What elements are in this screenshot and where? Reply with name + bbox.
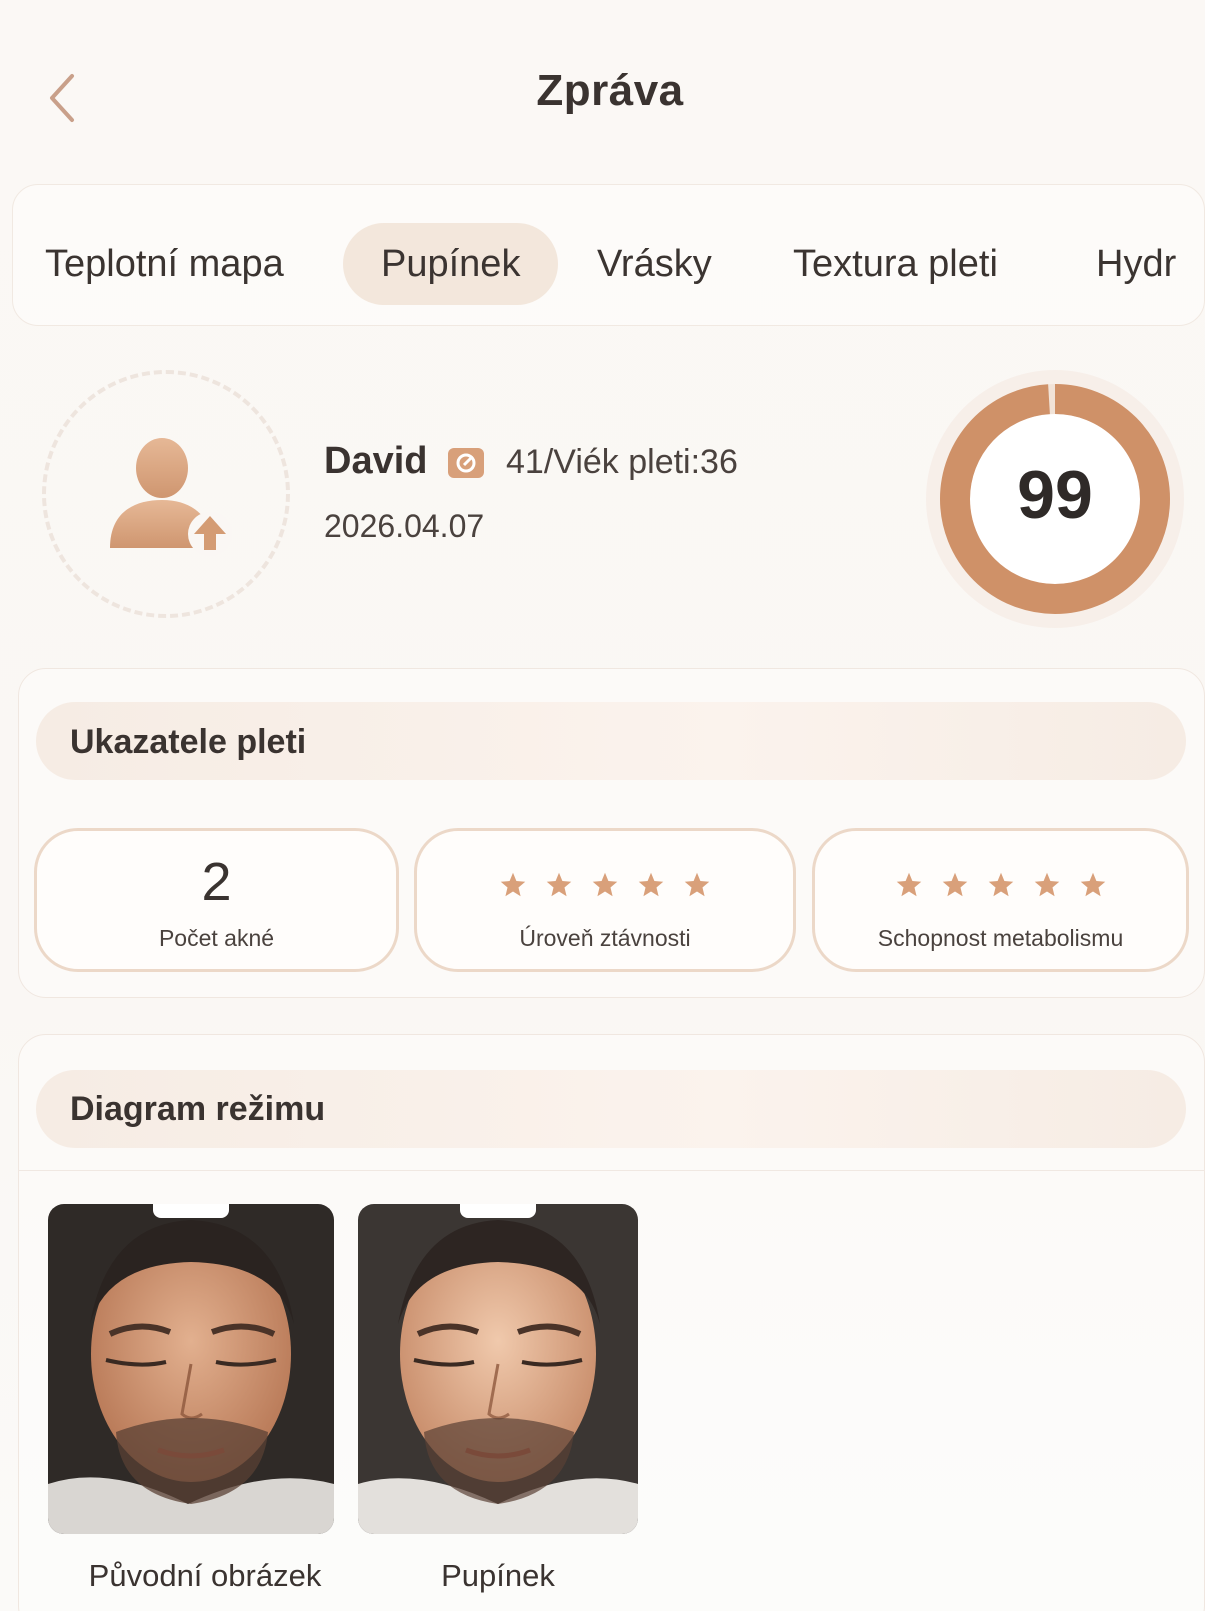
diagram-title: Diagram režimu	[70, 1090, 326, 1128]
star-icon	[896, 872, 921, 897]
user-upload-icon	[110, 438, 232, 556]
page-title: Zpráva	[536, 66, 684, 115]
star-icon	[1034, 872, 1059, 897]
age-info: 41/Viék pleti:36	[506, 443, 738, 481]
tab-hydr[interactable]: Hydr	[1096, 223, 1176, 305]
score-gauge: 99	[926, 370, 1184, 628]
acne-count-label: Počet akné	[158, 925, 275, 951]
star-icon	[546, 872, 572, 897]
acne-photo-caption: Pupínek	[441, 1558, 555, 1593]
avatar[interactable]	[100, 430, 240, 560]
metabolism-stars	[815, 871, 1186, 899]
tab-pupinek[interactable]: Pupínek	[343, 223, 559, 305]
skin-indicators-title: Ukazatele pleti	[70, 723, 307, 761]
report-date: 2026.04.07	[324, 508, 485, 544]
tab-bar: Teplotní mapa Pupínek Vrásky Textura ple…	[12, 184, 1205, 326]
acne-count-card: 2 Počet akné	[34, 828, 399, 972]
star-icon	[988, 872, 1013, 897]
tab-vrasky[interactable]: Vrásky	[597, 223, 712, 305]
report-page: Zpráva Teplotní mapa Pupínek Vrásky Text…	[0, 0, 1205, 1611]
star-icon	[638, 872, 664, 897]
photo-notch	[460, 1204, 536, 1218]
star-icon	[592, 872, 618, 897]
star-icon	[942, 872, 967, 897]
divider	[18, 1170, 1205, 1171]
star-icon	[1080, 872, 1105, 897]
star-icon	[684, 872, 710, 897]
metabolism-card: Schopnost metabolismu	[812, 828, 1189, 972]
original-photo[interactable]	[48, 1204, 334, 1534]
acne-count-value: 2	[201, 852, 232, 912]
original-photo-caption: Původní obrázek	[88, 1558, 322, 1593]
fat-level-stars	[417, 871, 793, 899]
metabolism-label: Schopnost metabolismu	[877, 925, 1124, 951]
user-name: David	[324, 440, 428, 482]
gender-badge-icon	[448, 448, 484, 478]
fat-level-card: Úroveň ztávnosti	[414, 828, 796, 972]
header: Zpráva	[0, 0, 1205, 180]
tab-textura-pleti[interactable]: Textura pleti	[793, 223, 998, 305]
acne-photo[interactable]	[358, 1204, 638, 1534]
photo-notch	[153, 1204, 229, 1218]
tab-teplotni-mapa[interactable]: Teplotní mapa	[45, 223, 284, 305]
star-icon	[500, 872, 526, 897]
skin-score: 99	[1017, 457, 1093, 533]
fat-level-label: Úroveň ztávnosti	[519, 925, 691, 951]
